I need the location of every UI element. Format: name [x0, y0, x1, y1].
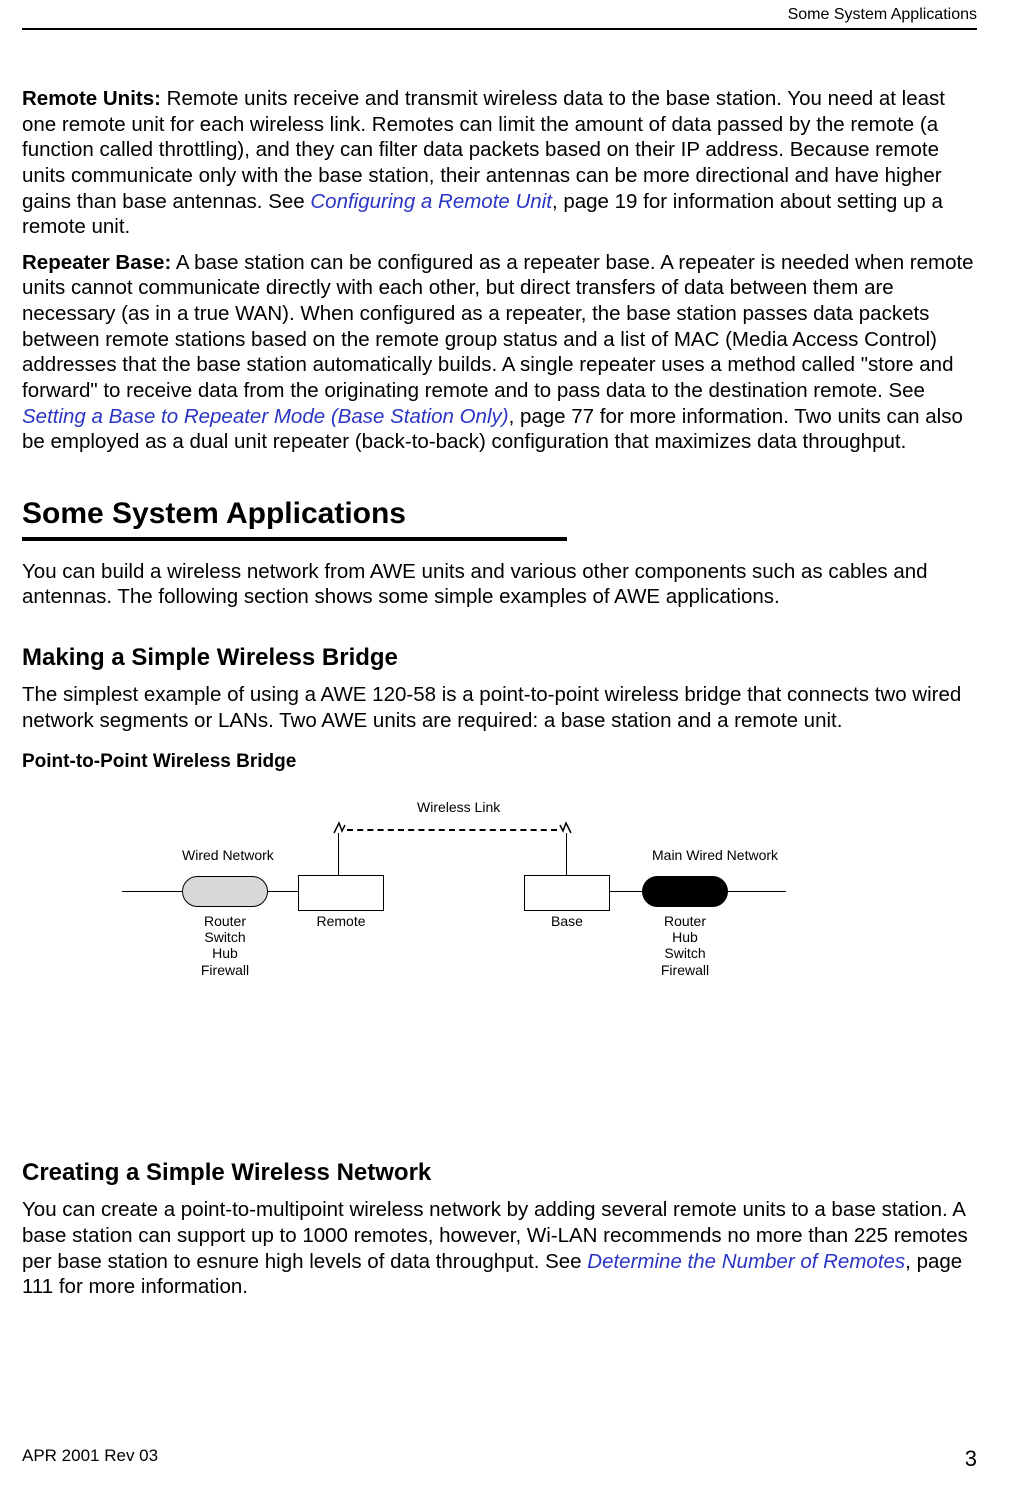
wire-right-inner — [608, 891, 644, 892]
label-wireless-link: Wireless Link — [417, 799, 500, 815]
wireless-link-line — [347, 829, 557, 831]
antenna-mast-right — [566, 833, 567, 877]
section-rule — [22, 537, 567, 541]
label-base: Base — [524, 913, 610, 929]
figure-title: Point-to-Point Wireless Bridge — [22, 751, 977, 773]
repeater-base-label: Repeater Base: — [22, 251, 171, 274]
section-intro: You can build a wireless network from AW… — [22, 559, 977, 610]
link-configuring-remote-unit[interactable]: Configuring a Remote Unit — [310, 190, 552, 213]
label-main-wired-network: Main Wired Network — [652, 847, 778, 863]
base-unit — [524, 875, 610, 911]
wire-left-inner — [264, 891, 300, 892]
header-rule — [22, 28, 977, 30]
link-setting-repeater-mode[interactable]: Setting a Base to Repeater Mode (Base St… — [22, 405, 509, 428]
label-left-router: Router Switch Hub Firewall — [182, 913, 268, 977]
page-footer: APR 2001 Rev 03 3 — [22, 1446, 977, 1472]
antenna-mast-left — [338, 833, 339, 877]
network-body: You can create a point-to-multipoint wir… — [22, 1197, 977, 1300]
link-determine-number-remotes[interactable]: Determine the Number of Remotes — [587, 1250, 905, 1273]
footer-revision: APR 2001 Rev 03 — [22, 1446, 158, 1472]
label-wired-network: Wired Network — [182, 847, 274, 863]
paragraph-remote-units: Remote Units: Remote units receive and t… — [22, 86, 977, 240]
remote-unit — [298, 875, 384, 911]
remote-units-label: Remote Units: — [22, 87, 161, 110]
label-right-router: Router Hub Switch Firewall — [642, 913, 728, 977]
footer-page-number: 3 — [965, 1446, 977, 1472]
diagram-wireless-bridge: Wireless Link Wired Network Main Wired N… — [132, 799, 852, 1029]
bridge-body: The simplest example of using a AWE 120-… — [22, 682, 977, 733]
label-remote: Remote — [298, 913, 384, 929]
section-heading: Some System Applications — [22, 497, 977, 531]
running-header: Some System Applications — [788, 6, 977, 24]
wire-right-outer — [724, 891, 786, 892]
router-right — [642, 876, 728, 907]
antenna-left-icon — [332, 821, 346, 835]
paragraph-repeater-base: Repeater Base: A base station can be con… — [22, 250, 977, 455]
subheading-network: Creating a Simple Wireless Network — [22, 1159, 977, 1187]
router-left — [182, 876, 268, 907]
subheading-bridge: Making a Simple Wireless Bridge — [22, 644, 977, 672]
wire-left-outer — [122, 891, 184, 892]
